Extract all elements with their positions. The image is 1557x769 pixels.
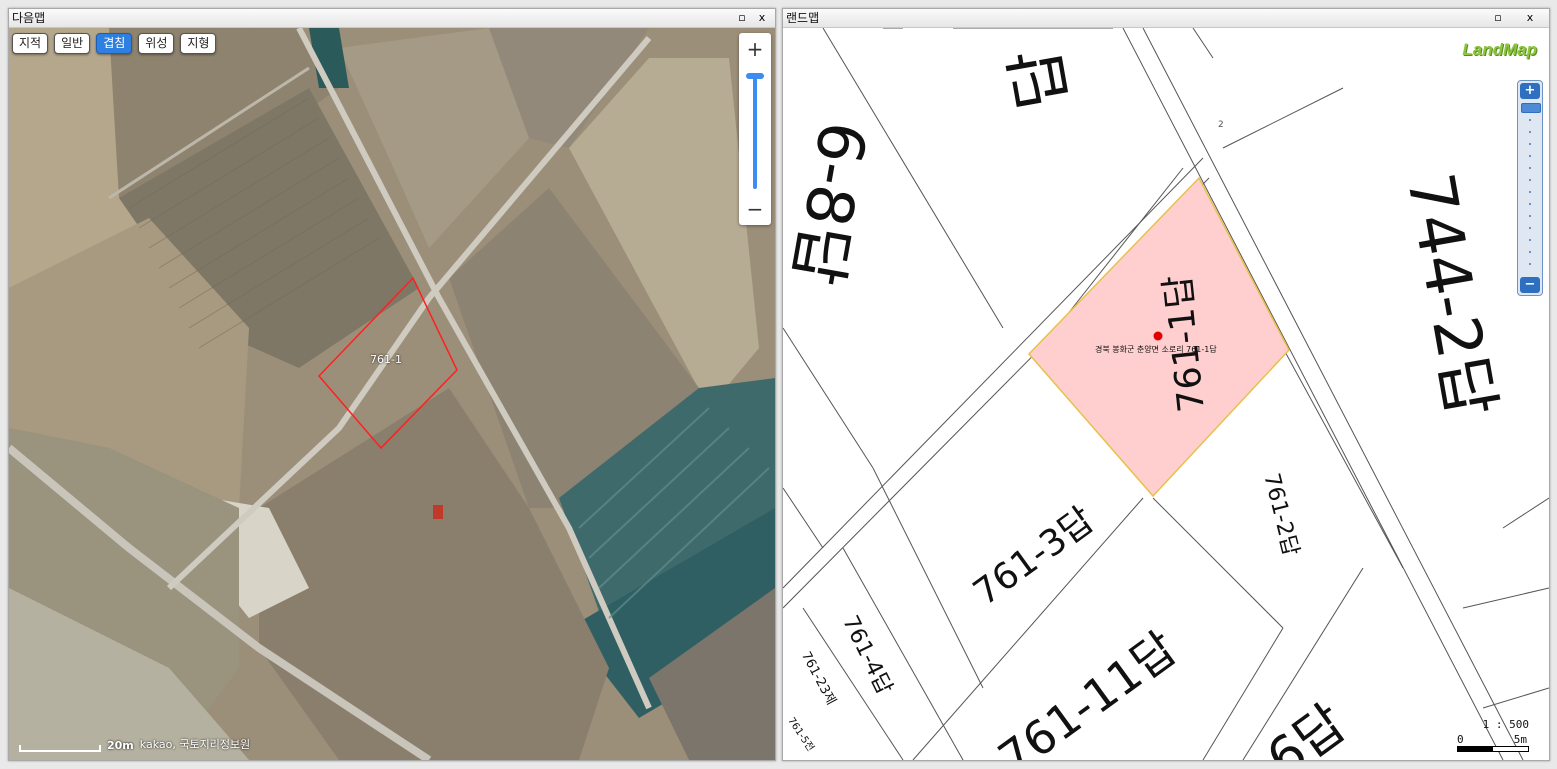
landmap-logo: LandMap [1462,40,1537,59]
maximize-button[interactable]: ▫ [1489,9,1507,27]
window-title: 다음맵 [12,11,46,25]
zoom-slider-thumb[interactable] [1521,103,1541,113]
tab-satellite[interactable]: 위성 [138,33,175,54]
scale-zero: 0 [1457,733,1464,746]
daum-map-titlebar[interactable]: 다음맵 ▫ x [9,9,775,28]
satellite-imagery [9,28,775,760]
zoom-in-button[interactable]: + [739,35,771,63]
selected-parcel-address: 경북 봉화군 춘양면 소로리 761-1답 [1095,345,1217,354]
tab-overlay[interactable]: 겹침 [96,33,133,54]
zoom-slider-track[interactable] [753,73,757,189]
zoom-out-button[interactable]: − [739,195,771,223]
tab-terrain[interactable]: 지형 [180,33,217,54]
tab-general[interactable]: 일반 [54,33,91,54]
landmap-window: 랜드맵 ▫ x 답 6-8답 744-2답 761-1답 경북 봉화군 춘양면 … [782,8,1550,761]
map-attribution: 20m kakao, 국토지리정보원 [19,736,250,752]
zoom-slider-thumb[interactable] [746,73,764,79]
scale-five: 5m [1513,733,1527,746]
map-type-tabs: 지적 일반 겹침 위성 지형 [12,33,217,54]
landmap-titlebar[interactable]: 랜드맵 ▫ x [783,9,1549,28]
zoom-control: + − [1517,80,1543,296]
window-title: 랜드맵 [786,11,820,25]
maximize-button[interactable]: ▫ [733,9,751,27]
scale-bar [1457,746,1529,752]
close-button[interactable]: x [1521,9,1539,27]
zoom-out-button[interactable]: − [1520,277,1540,293]
attribution-text: kakao, 국토지리정보원 [139,738,251,751]
scale-ratio: 1 : 500 [1482,718,1529,731]
parcel-label: 761-1 [370,353,402,366]
scale-bar [19,745,101,752]
zoom-control: + − [739,33,771,225]
map-scale: 1 : 500 0 5m [1457,718,1529,752]
parcel-label: 2 [1218,120,1224,130]
daum-map-window: 다음맵 ▫ x 지적 일반 겹침 위성 지형 + − 761-1 20m kak… [8,8,776,761]
satellite-map-view[interactable]: 지적 일반 겹침 위성 지형 + − 761-1 20m kakao, 국토지리… [9,28,775,760]
close-button[interactable]: x [753,9,771,27]
cadastral-map-view[interactable]: 답 6-8답 744-2답 761-1답 경북 봉화군 춘양면 소로리 761-… [783,28,1549,760]
zoom-slider-track[interactable] [1529,107,1531,267]
zoom-in-button[interactable]: + [1520,83,1540,99]
tab-cadastral[interactable]: 지적 [12,33,49,54]
scale-text: 20m [107,739,134,752]
